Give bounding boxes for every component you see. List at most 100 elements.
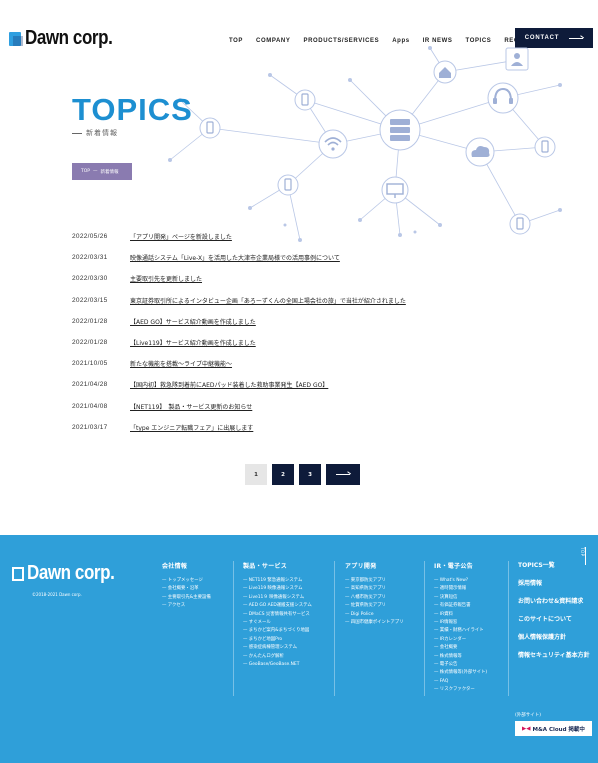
footer-link[interactable]: まちかど案内&まちづくり地図	[243, 627, 312, 635]
footer-link[interactable]: IRカレンダー	[434, 636, 487, 644]
footer-link[interactable]: Live11９ 映像通報システム	[243, 594, 312, 602]
footer-link[interactable]: 感染症病棟管理システム	[243, 644, 312, 652]
footer-link[interactable]: すぐメール	[243, 619, 312, 627]
copyright: ©2018-2021 Dawn corp.	[32, 592, 82, 597]
footer-link[interactable]: DMaCS 災害情報共有サービス	[243, 611, 312, 619]
news-item: 2021/03/17 「type エンジニア転職フェア」に出展します	[72, 417, 512, 438]
news-title-link[interactable]: 【NET119】 製品・サービス更新のお知らせ	[130, 402, 252, 411]
footer-recruit-link[interactable]: 採用情報	[518, 575, 590, 593]
footer-link[interactable]: かんたんログ解析	[243, 653, 312, 661]
news-list: 2022/05/26 「アプリ開発」ページを新設しました 2022/03/31 映像…	[72, 226, 512, 438]
news-title-link[interactable]: 「アプリ開発」ページを新設しました	[130, 232, 232, 241]
ma-cloud-badge[interactable]: ▶◀ M&A Cloud 掲載中	[515, 721, 592, 736]
footer-link[interactable]: トップメッセージ	[162, 577, 211, 585]
wifi-node-icon	[318, 129, 348, 159]
footer-about-link[interactable]: このサイトについて	[518, 611, 590, 629]
arrow-right-icon	[569, 37, 584, 39]
footer-link[interactable]: 会社概要・沿革	[162, 585, 211, 593]
news-item: 2022/03/30 主要取引先を更新しました	[72, 268, 512, 289]
footer-link[interactable]: 四国市健康ポイントアプリ	[345, 619, 404, 627]
news-title-link[interactable]: 主要取引先を更新しました	[130, 274, 202, 283]
news-date: 2021/10/05	[72, 360, 108, 368]
footer-link[interactable]: 八幡市防災アプリ	[345, 594, 404, 602]
page-2-button[interactable]: 2	[272, 464, 294, 485]
footer-col-products: 製品・サービス NET119 緊急通報システム Live119 映像通報システム…	[243, 561, 312, 669]
breadcrumb-separator: —	[93, 169, 98, 174]
page-top-button[interactable]: TOP	[580, 547, 586, 568]
footer-link[interactable]: 東京都防災アプリ	[345, 577, 404, 585]
footer-contact-link[interactable]: お問い合わせ&資料請求	[518, 593, 590, 611]
footer-link[interactable]: 業績・財務ハイライト	[434, 627, 487, 635]
site-footer: Dawn corp. ©2018-2021 Dawn corp. 会社情報 トッ…	[0, 535, 598, 763]
footer-link[interactable]: 電子公告	[434, 661, 487, 669]
footer-col-title[interactable]: 会社情報	[162, 561, 211, 570]
next-page-button[interactable]	[326, 464, 360, 485]
footer-topics-link[interactable]: TOPICS一覧	[518, 557, 590, 575]
footer-divider	[424, 561, 425, 696]
footer-col-apps: アプリ開発 東京都防災アプリ 高知県防災アプリ 八幡市防災アプリ 佐賀県防災アプ…	[345, 561, 404, 627]
news-title-link[interactable]: 【Live119】サービス紹介動画を作成しました	[130, 338, 256, 347]
page-title: TOPICS	[72, 92, 193, 127]
footer-col-misc: TOPICS一覧 採用情報 お問い合わせ&資料請求 このサイトについて 個人情報…	[518, 557, 590, 665]
ma-cloud-label: M&A Cloud 掲載中	[532, 726, 585, 733]
news-date: 2022/01/28	[72, 317, 108, 325]
footer-link[interactable]: 会社概要	[434, 644, 487, 652]
news-title-link[interactable]: 東京証券取引所によるインタビュー企画「あろーずくんの全国上場会社の旅」で当社が紹…	[130, 296, 406, 305]
footer-col-ir: IR・電子公告 What's New? 適時開示情報 決算短信 有価証券報告書 …	[434, 561, 487, 695]
monitor-node-icon	[381, 176, 409, 204]
breadcrumb-current: 新着情報	[100, 169, 119, 175]
footer-link[interactable]: 株式情報等	[434, 653, 487, 661]
news-title-link[interactable]: 【AED GO】サービス紹介動画を作成しました	[130, 317, 256, 326]
footer-link[interactable]: まちかど地図Pro	[243, 636, 312, 644]
footer-link[interactable]: 適時開示情報	[434, 585, 487, 593]
footer-link[interactable]: 佐賀県防災アプリ	[345, 602, 404, 610]
news-item: 2021/04/28 【国内初】救急隊到着前にAEDパッド装着した救助事業発生【A…	[72, 374, 512, 395]
arrow-right-icon	[336, 474, 350, 475]
news-date: 2022/05/26	[72, 233, 108, 241]
news-date: 2021/04/08	[72, 402, 108, 410]
footer-link[interactable]: Live119 映像通報システム	[243, 585, 312, 593]
news-item: 2022/01/28 【AED GO】サービス紹介動画を作成しました	[72, 311, 512, 332]
footer-divider	[233, 561, 234, 696]
page-3-button[interactable]: 3	[299, 464, 321, 485]
footer-privacy-link[interactable]: 個人情報保護方針	[518, 629, 590, 647]
news-title-link[interactable]: 新たな機能を搭載〜ライブ中継機能〜	[130, 359, 232, 368]
footer-logo[interactable]: Dawn corp.	[12, 562, 130, 585]
footer-link[interactable]: Digi Police	[345, 611, 404, 619]
footer-link[interactable]: NET119 緊急通報システム	[243, 577, 312, 585]
footer-col-title[interactable]: アプリ開発	[345, 561, 404, 570]
footer-col-title[interactable]: IR・電子公告	[434, 561, 487, 570]
breadcrumb-top-link[interactable]: TOP	[81, 169, 90, 174]
news-date: 2022/01/28	[72, 339, 108, 347]
network-illustration	[168, 46, 562, 242]
footer-link[interactable]: 決算短信	[434, 594, 487, 602]
footer-col-company: 会社情報 トップメッセージ 会社概要・沿革 主要取引先&主要設備 アクセス	[162, 561, 211, 611]
footer-security-link[interactable]: 情報セキュリティ基本方針	[518, 647, 590, 665]
footer-link[interactable]: 主要取引先&主要設備	[162, 594, 211, 602]
news-title-link[interactable]: 【国内初】救急隊到着前にAEDパッド装着した救助事業発生【AED GO】	[130, 380, 328, 389]
footer-link[interactable]: アクセス	[162, 602, 211, 610]
footer-link[interactable]: 株式情報等(外部サイト)	[434, 669, 487, 677]
footer-link[interactable]: IR情報窓	[434, 619, 487, 627]
news-item: 2022/05/26 「アプリ開発」ページを新設しました	[72, 226, 512, 247]
footer-logo-text: Dawn corp.	[27, 562, 115, 584]
ma-cloud-logo-icon: ▶◀	[522, 725, 531, 732]
footer-link[interactable]: 高知県防災アプリ	[345, 585, 404, 593]
server-node-icon	[379, 109, 421, 151]
footer-link[interactable]: AED GO AED運搬支援システム	[243, 602, 312, 610]
news-title-link[interactable]: 映像通話システム「Live-X」を活用した大津市企業局様での活用事例について	[130, 253, 340, 262]
footer-link[interactable]: GeoBase/GeoBase.NET	[243, 661, 312, 669]
footer-col-title[interactable]: 製品・サービス	[243, 561, 312, 570]
footer-link[interactable]: リスクファクター	[434, 686, 487, 694]
news-title-link[interactable]: 「type エンジニア転職フェア」に出展します	[130, 423, 253, 432]
footer-link[interactable]: 有価証券報告書	[434, 602, 487, 610]
external-site-label: (外部サイト)	[515, 713, 542, 718]
news-date: 2022/03/15	[72, 296, 108, 304]
footer-link[interactable]: FAQ	[434, 678, 487, 686]
home-node-icon	[433, 60, 457, 84]
page-1-button[interactable]: 1	[245, 464, 267, 485]
breadcrumb: TOP — 新着情報	[72, 163, 132, 180]
news-item: 2021/04/08 【NET119】 製品・サービス更新のお知らせ	[72, 396, 512, 417]
footer-link[interactable]: IR資料	[434, 611, 487, 619]
footer-link[interactable]: What's New?	[434, 577, 487, 585]
